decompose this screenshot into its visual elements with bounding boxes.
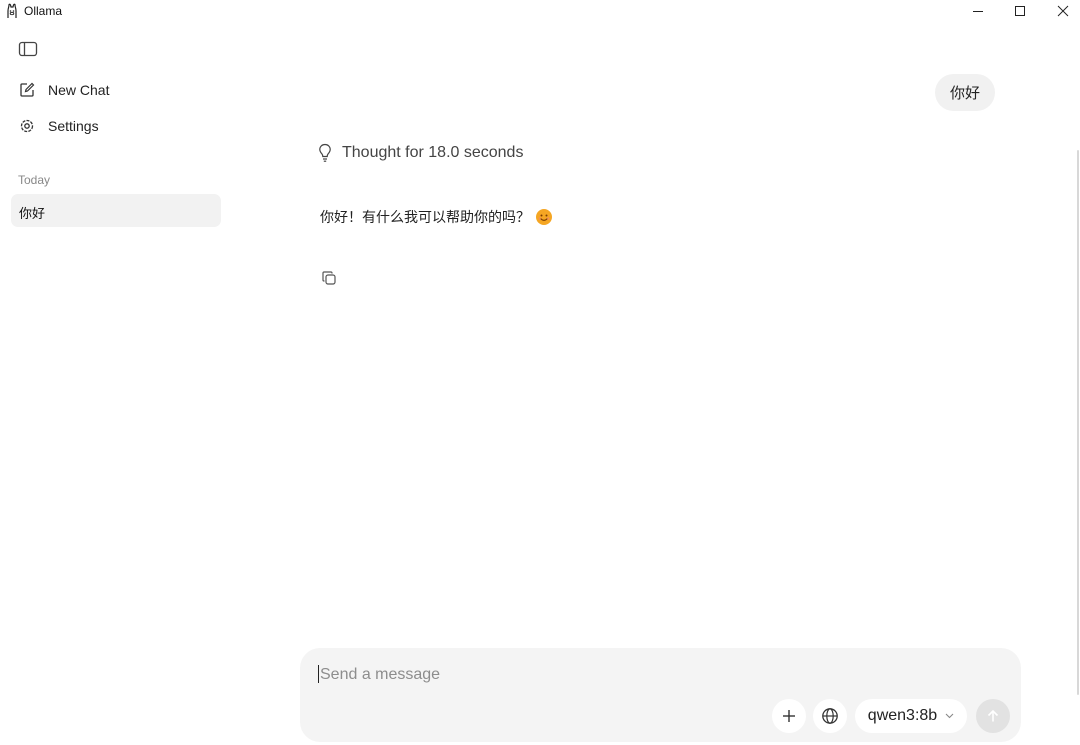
sidebar-toggle-button[interactable] xyxy=(17,40,39,58)
send-button[interactable] xyxy=(976,699,1010,733)
sidebar-icon xyxy=(18,41,38,57)
attach-button[interactable] xyxy=(772,699,806,733)
model-select-value: qwen3:8b xyxy=(867,707,938,724)
window-title: Ollama xyxy=(24,4,63,18)
maximize-button[interactable] xyxy=(1000,0,1040,22)
scrollbar[interactable] xyxy=(1077,150,1079,695)
settings-label: Settings xyxy=(48,118,99,134)
settings-button[interactable]: Settings xyxy=(18,114,99,138)
assistant-message-text: 你好！有什么我可以帮助你的吗？ xyxy=(320,210,530,226)
text-caret xyxy=(318,665,319,683)
thought-toggle[interactable]: Thought for 18.0 seconds xyxy=(317,141,523,165)
gear-icon xyxy=(18,117,36,135)
model-select[interactable]: qwen3:8b xyxy=(855,699,967,733)
thought-label: Thought for 18.0 seconds xyxy=(342,144,524,161)
new-chat-icon xyxy=(18,81,36,99)
web-search-button[interactable] xyxy=(813,699,847,733)
history-item[interactable]: 你好 xyxy=(11,194,221,227)
lightbulb-icon xyxy=(317,143,333,163)
globe-icon xyxy=(822,708,838,724)
title-bar: Ollama xyxy=(0,0,1080,22)
smiling-face-icon xyxy=(536,209,552,225)
history-item-label: 你好 xyxy=(19,207,46,222)
new-chat-label: New Chat xyxy=(48,82,110,98)
message-input[interactable] xyxy=(318,662,962,688)
new-chat-button[interactable]: New Chat xyxy=(18,78,109,102)
chevron-down-icon xyxy=(945,713,954,719)
ollama-logo-icon xyxy=(5,3,19,19)
copy-icon xyxy=(322,271,336,285)
message-composer: qwen3:8b xyxy=(300,648,1021,742)
maximize-icon xyxy=(1015,6,1025,16)
arrow-up-icon xyxy=(987,709,999,722)
plus-icon xyxy=(783,710,795,722)
minimize-icon xyxy=(973,11,983,12)
close-button[interactable] xyxy=(1043,0,1080,22)
user-message-bubble: 你好 xyxy=(935,74,995,111)
copy-button[interactable] xyxy=(319,268,339,288)
assistant-message: 你好！有什么我可以帮助你的吗？ xyxy=(320,207,552,227)
close-icon xyxy=(1057,5,1069,17)
history-section-today: Today xyxy=(18,173,51,187)
minimize-button[interactable] xyxy=(958,0,998,22)
